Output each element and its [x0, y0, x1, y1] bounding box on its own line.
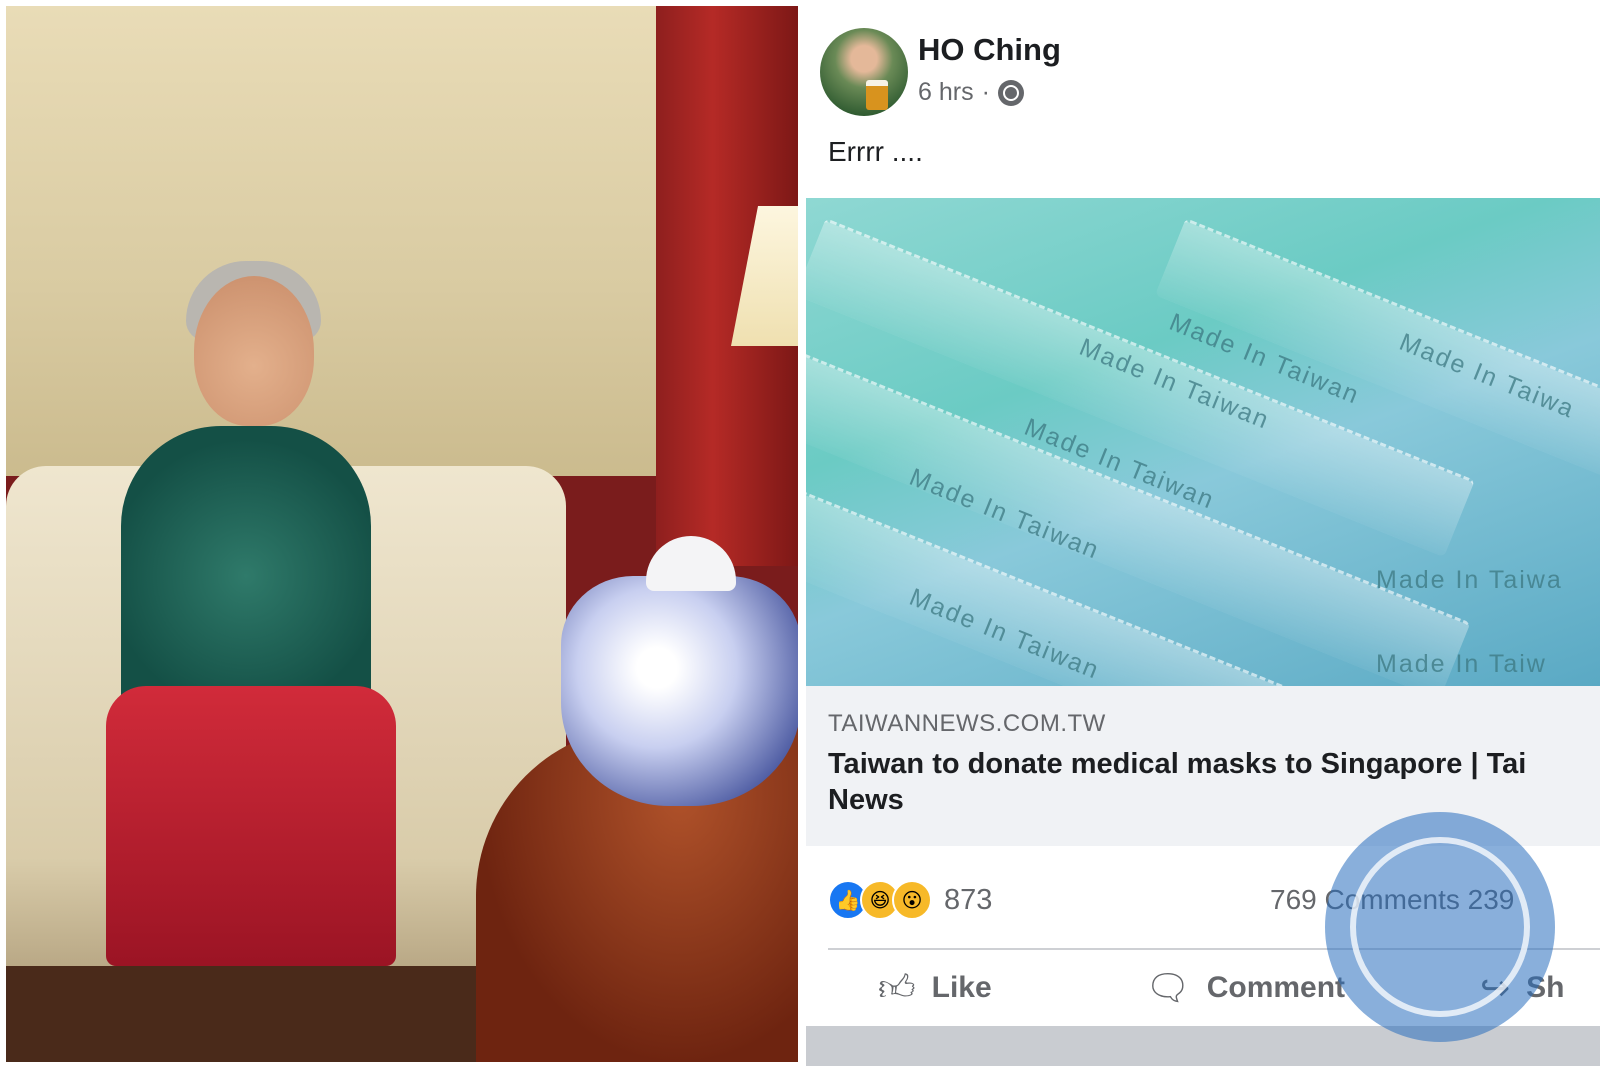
- mask-print: Made In Taiw: [1376, 650, 1547, 678]
- thumbs-up-icon: 👍︎: [878, 967, 916, 1008]
- link-preview-image[interactable]: Made In Taiwan Made In Taiwan Made In Ta…: [806, 198, 1600, 686]
- person-face: [194, 276, 314, 426]
- person-jacket: [121, 426, 371, 726]
- porcelain-cup: [561, 576, 798, 806]
- mask-print: Made In Taiwa: [1376, 566, 1563, 594]
- person-pants: [106, 686, 396, 966]
- beer-glass-icon: [866, 80, 888, 110]
- avatar[interactable]: [820, 28, 908, 116]
- wow-icon: 😮: [892, 880, 932, 920]
- comment-label: Comment: [1206, 971, 1346, 1004]
- mirror-media-watermark-logo: [1325, 812, 1555, 1042]
- like-button[interactable]: 👍︎ Like: [878, 958, 992, 1018]
- reaction-count: 873: [944, 883, 993, 916]
- post-time[interactable]: 6 hrs: [918, 78, 974, 107]
- post-status-text: Errrr ....: [828, 136, 923, 167]
- post-meta: 6 hrs ·: [918, 78, 1024, 107]
- like-label: Like: [931, 971, 992, 1004]
- link-headline-line2: News: [828, 784, 904, 816]
- portrait-photo: [6, 6, 798, 1062]
- link-headline: Taiwan to donate medical masks to Singap…: [828, 746, 1600, 818]
- comment-bubble-icon: 🗨: [1145, 967, 1191, 1008]
- globe-icon: [997, 79, 1024, 106]
- link-headline-line1: Taiwan to donate medical masks to Singap…: [828, 748, 1527, 780]
- comment-button[interactable]: 🗨 Comment: [1145, 958, 1345, 1018]
- watermark-ring: [1350, 837, 1530, 1017]
- link-domain: TAIWANNEWS.COM.TW: [828, 710, 1106, 737]
- meta-separator: ·: [981, 78, 990, 106]
- post-author[interactable]: HO Ching: [918, 32, 1061, 68]
- reaction-summary[interactable]: 👍 😆 😮 873: [828, 880, 992, 920]
- painted-screen: [6, 6, 656, 476]
